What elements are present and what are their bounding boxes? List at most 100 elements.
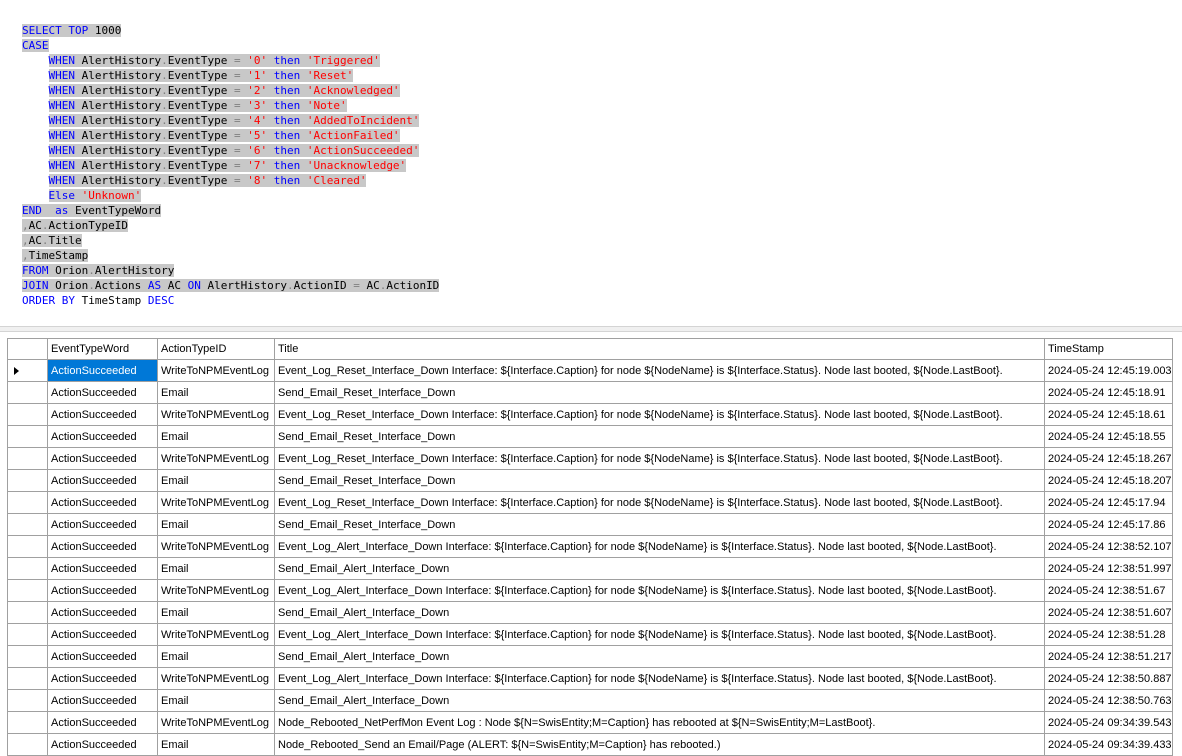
code-line[interactable]: Else 'Unknown' [22, 188, 439, 203]
row-header[interactable] [7, 513, 48, 536]
grid-cell[interactable]: Email [157, 425, 275, 448]
grid-cell[interactable]: ActionSucceeded [47, 491, 158, 514]
grid-cell[interactable]: 2024-05-24 09:34:39.433 [1044, 733, 1173, 756]
grid-cell[interactable]: ActionSucceeded [47, 733, 158, 756]
row-header[interactable] [7, 381, 48, 404]
grid-cell[interactable]: ActionSucceeded [47, 535, 158, 558]
grid-cell[interactable]: Event_Log_Alert_Interface_Down Interface… [274, 579, 1045, 602]
grid-cell[interactable]: ActionSucceeded [47, 557, 158, 580]
grid-cell[interactable]: 2024-05-24 12:38:51.28 [1044, 623, 1173, 646]
table-row[interactable]: ActionSucceeded Email Send_Email_Alert_Int… [7, 689, 1173, 712]
grid-cell[interactable]: Email [157, 381, 275, 404]
grid-cell[interactable]: ActionSucceeded [47, 711, 158, 734]
grid-cell[interactable]: Send_Email_Reset_Interface_Down [274, 381, 1045, 404]
grid-cell[interactable]: Event_Log_Reset_Interface_Down Interface… [274, 491, 1045, 514]
grid-cell[interactable]: 2024-05-24 12:45:18.61 [1044, 403, 1173, 426]
grid-cell[interactable]: Node_Rebooted_Send an Email/Page (ALERT:… [274, 733, 1045, 756]
grid-cell[interactable]: Event_Log_Alert_Interface_Down Interface… [274, 667, 1045, 690]
code-line[interactable]: ,AC.ActionTypeID [22, 218, 439, 233]
code-line[interactable]: FROM Orion.AlertHistory [22, 263, 439, 278]
grid-cell[interactable]: Event_Log_Alert_Interface_Down Interface… [274, 535, 1045, 558]
code-line[interactable]: ORDER BY TimeStamp DESC [22, 293, 439, 308]
grid-cell[interactable]: ActionSucceeded [47, 579, 158, 602]
row-header[interactable] [7, 579, 48, 602]
row-header[interactable] [7, 469, 48, 492]
grid-cell[interactable]: Send_Email_Reset_Interface_Down [274, 425, 1045, 448]
row-header[interactable] [7, 733, 48, 756]
code-line[interactable]: ,AC.Title [22, 233, 439, 248]
grid-cell[interactable]: Email [157, 733, 275, 756]
table-row[interactable]: ActionSucceeded WriteToNPMEventLog Event_L… [7, 359, 1173, 382]
grid-cell[interactable]: 2024-05-24 12:38:51.607 [1044, 601, 1173, 624]
grid-cell[interactable]: Email [157, 513, 275, 536]
table-row[interactable]: ActionSucceeded Email Send_Email_Reset_Int… [7, 513, 1173, 536]
column-header-title[interactable]: Title [274, 338, 1045, 360]
grid-cell[interactable]: Email [157, 557, 275, 580]
grid-cell[interactable]: Event_Log_Reset_Interface_Down Interface… [274, 403, 1045, 426]
code-line[interactable]: WHEN AlertHistory.EventType = '8' then '… [22, 173, 439, 188]
table-row[interactable]: ActionSucceeded Email Node_Rebooted_Send a… [7, 733, 1173, 756]
grid-cell[interactable]: ActionSucceeded [47, 381, 158, 404]
table-row[interactable]: ActionSucceeded WriteToNPMEventLog Node_Re… [7, 711, 1173, 734]
grid-cell[interactable]: Send_Email_Reset_Interface_Down [274, 469, 1045, 492]
column-header-eventtypeword[interactable]: EventTypeWord [47, 338, 158, 360]
grid-cell[interactable]: Event_Log_Alert_Interface_Down Interface… [274, 623, 1045, 646]
sql-code[interactable]: SELECT TOP 1000 CASE WHEN AlertHistory.Ev… [22, 23, 440, 308]
grid-cell[interactable]: ActionSucceeded [47, 689, 158, 712]
grid-cell[interactable]: Email [157, 601, 275, 624]
grid-cell[interactable]: WriteToNPMEventLog [157, 579, 275, 602]
grid-cell[interactable]: ActionSucceeded [47, 513, 158, 536]
grid-cell[interactable]: WriteToNPMEventLog [157, 667, 275, 690]
grid-cell[interactable]: Node_Rebooted_NetPerfMon Event Log : Nod… [274, 711, 1045, 734]
row-header[interactable] [7, 601, 48, 624]
row-header[interactable] [7, 491, 48, 514]
grid-cell[interactable]: Send_Email_Alert_Interface_Down [274, 557, 1045, 580]
table-row[interactable]: ActionSucceeded Email Send_Email_Reset_Int… [7, 381, 1173, 404]
grid-cell[interactable]: 2024-05-24 12:45:18.267 [1044, 447, 1173, 470]
table-row[interactable]: ActionSucceeded WriteToNPMEventLog Event_L… [7, 535, 1173, 558]
grid-cell[interactable]: 2024-05-24 12:38:51.217 [1044, 645, 1173, 668]
code-line[interactable]: WHEN AlertHistory.EventType = '0' then '… [22, 53, 439, 68]
row-header[interactable] [7, 359, 48, 382]
code-line[interactable]: WHEN AlertHistory.EventType = '1' then '… [22, 68, 439, 83]
code-line[interactable]: WHEN AlertHistory.EventType = '4' then '… [22, 113, 439, 128]
grid-cell[interactable]: 2024-05-24 12:45:18.207 [1044, 469, 1173, 492]
grid-cell[interactable]: 2024-05-24 12:45:18.55 [1044, 425, 1173, 448]
grid-cell[interactable]: 2024-05-24 12:38:51.67 [1044, 579, 1173, 602]
grid-cell[interactable]: 2024-05-24 12:38:51.997 [1044, 557, 1173, 580]
code-line[interactable]: ,TimeStamp [22, 248, 439, 263]
row-header[interactable] [7, 689, 48, 712]
grid-cell[interactable]: Send_Email_Reset_Interface_Down [274, 513, 1045, 536]
grid-cell[interactable]: Email [157, 689, 275, 712]
code-line[interactable]: WHEN AlertHistory.EventType = '3' then '… [22, 98, 439, 113]
column-header-timestamp[interactable]: TimeStamp [1044, 338, 1173, 360]
grid-cell[interactable]: ActionSucceeded [47, 425, 158, 448]
code-line[interactable]: WHEN AlertHistory.EventType = '2' then '… [22, 83, 439, 98]
query-editor[interactable]: SELECT TOP 1000 CASE WHEN AlertHistory.Ev… [0, 0, 1182, 326]
table-row[interactable]: ActionSucceeded WriteToNPMEventLog Event_L… [7, 667, 1173, 690]
grid-cell[interactable]: Send_Email_Alert_Interface_Down [274, 689, 1045, 712]
grid-cell[interactable]: WriteToNPMEventLog [157, 491, 275, 514]
grid-cell[interactable]: ActionSucceeded [47, 359, 158, 382]
row-header[interactable] [7, 667, 48, 690]
row-header[interactable] [7, 447, 48, 470]
grid-cell[interactable]: Event_Log_Reset_Interface_Down Interface… [274, 359, 1045, 382]
grid-cell[interactable]: 2024-05-24 12:38:50.887 [1044, 667, 1173, 690]
grid-cell[interactable]: ActionSucceeded [47, 403, 158, 426]
grid-cell[interactable]: 2024-05-24 12:38:52.107 [1044, 535, 1173, 558]
grid-cell[interactable]: WriteToNPMEventLog [157, 711, 275, 734]
row-header[interactable] [7, 425, 48, 448]
code-line[interactable]: JOIN Orion.Actions AS AC ON AlertHistory… [22, 278, 440, 293]
grid-cell[interactable]: 2024-05-24 12:45:18.91 [1044, 381, 1173, 404]
grid-cell[interactable]: WriteToNPMEventLog [157, 535, 275, 558]
grid-cell[interactable]: ActionSucceeded [47, 645, 158, 668]
table-row[interactable]: ActionSucceeded WriteToNPMEventLog Event_L… [7, 579, 1173, 602]
code-line[interactable]: WHEN AlertHistory.EventType = '5' then '… [22, 128, 439, 143]
grid-cell[interactable]: 2024-05-24 12:45:19.003 [1044, 359, 1173, 382]
grid-cell[interactable]: Send_Email_Alert_Interface_Down [274, 645, 1045, 668]
table-row[interactable]: ActionSucceeded WriteToNPMEventLog Event_L… [7, 447, 1173, 470]
grid-cell[interactable]: WriteToNPMEventLog [157, 623, 275, 646]
grid-corner[interactable] [7, 338, 48, 360]
grid-cell[interactable]: 2024-05-24 09:34:39.543 [1044, 711, 1173, 734]
table-row[interactable]: ActionSucceeded Email Send_Email_Reset_Int… [7, 425, 1173, 448]
